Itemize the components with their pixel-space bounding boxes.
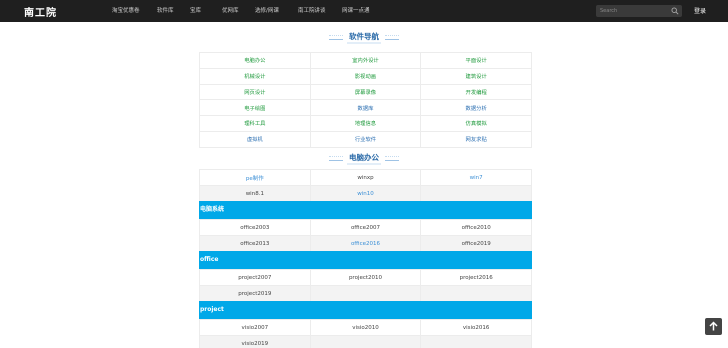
- software-nav-grid: 电脑办公 室内外设计 平面设计 机械设计 影视动画 建筑设计 网页设计 屏幕录像 开发编程 电子绘…: [199, 52, 532, 148]
- visio-table: visio2007 visio2010 visio2016 visio2019: [199, 319, 532, 348]
- heading-decoration: [385, 34, 399, 40]
- table-row: visio2007 visio2010 visio2016: [199, 319, 532, 336]
- software-download-link[interactable]: win7: [420, 169, 532, 186]
- table-row: visio2019: [199, 335, 532, 348]
- software-download-link[interactable]: office2013: [199, 235, 311, 252]
- software-category-link[interactable]: 行业软件: [309, 130, 422, 148]
- software-category-link[interactable]: 网友求贴: [420, 130, 532, 148]
- search-box: [596, 5, 682, 17]
- empty-cell: [309, 285, 422, 302]
- search-icon[interactable]: [671, 7, 679, 15]
- software-category-link[interactable]: 平面设计: [420, 52, 532, 69]
- software-download-link[interactable]: project2016: [420, 269, 532, 286]
- nav-item-treasure[interactable]: 宝库: [190, 6, 201, 14]
- software-download-link[interactable]: visio2010: [309, 319, 422, 336]
- nav-item-excellent[interactable]: 优网库: [222, 6, 239, 14]
- software-download-link[interactable]: office2016: [309, 235, 422, 252]
- software-category-link[interactable]: 网页设计: [199, 83, 311, 101]
- nav-item-talks[interactable]: 南工院讲谈: [298, 6, 326, 14]
- software-download-link[interactable]: office2007: [309, 219, 422, 236]
- software-download-link[interactable]: project2007: [199, 269, 311, 286]
- table-row: office2013 office2016 office2019: [199, 235, 532, 252]
- nav-grid-row: 电子绘图 数据库 数据分析: [199, 99, 532, 116]
- software-category-link[interactable]: 数据库: [309, 99, 422, 116]
- category-band-office: office: [199, 251, 532, 269]
- nav-item-software[interactable]: 软件库: [157, 6, 174, 14]
- software-download-link[interactable]: winxp: [309, 169, 422, 186]
- site-logo[interactable]: 南工院: [24, 4, 57, 19]
- project-table: project2007 project2010 project2016 project…: [199, 269, 532, 302]
- software-category-link[interactable]: 数据分析: [420, 99, 532, 116]
- table-row: pe制作 winxp win7: [199, 169, 532, 186]
- arrow-up-icon: [709, 321, 718, 331]
- software-category-link[interactable]: 屏幕录像: [309, 83, 422, 101]
- software-category-link[interactable]: 电子绘图: [199, 99, 311, 116]
- software-download-link[interactable]: visio2016: [420, 319, 532, 336]
- software-download-link[interactable]: office2019: [420, 235, 532, 252]
- software-download-link[interactable]: win10: [309, 185, 422, 202]
- nav-item-courses[interactable]: 选修/网课: [255, 6, 279, 14]
- software-category-link[interactable]: 地理信息: [309, 115, 422, 132]
- nav-grid-row: 电脑办公 室内外设计 平面设计: [199, 52, 532, 69]
- os-table: pe制作 winxp win7 win8.1 win10: [199, 169, 532, 202]
- nav-grid-row: 网页设计 屏幕录像 开发编程: [199, 83, 532, 101]
- software-download-link[interactable]: office2010: [420, 219, 532, 236]
- table-row: project2007 project2010 project2016: [199, 269, 532, 286]
- search-input[interactable]: [600, 7, 668, 15]
- software-category-link[interactable]: 虚拟机: [199, 130, 311, 148]
- heading-decoration: [385, 155, 399, 161]
- category-band-system: 电脑系统: [199, 201, 532, 219]
- software-download-link[interactable]: win8.1: [199, 185, 311, 202]
- office-title: 电脑办公: [347, 152, 381, 165]
- software-category-link[interactable]: 理科工具: [199, 115, 311, 132]
- empty-cell: [420, 185, 532, 202]
- category-band-project: project: [199, 301, 532, 319]
- nav-grid-row: 理科工具 地理信息 仿真模拟: [199, 115, 532, 132]
- top-navbar: 南工院 淘宝优惠卷 软件库 宝库 优网库 选修/网课 南工院讲谈 网课一点通 登…: [0, 0, 728, 22]
- office-heading: 电脑办公: [0, 152, 728, 165]
- software-category-link[interactable]: 建筑设计: [420, 67, 532, 85]
- software-nav-heading: 软件导航: [0, 31, 728, 44]
- software-category-link[interactable]: 电脑办公: [199, 52, 311, 69]
- software-download-link[interactable]: project2010: [309, 269, 422, 286]
- software-nav-title: 软件导航: [347, 31, 381, 44]
- software-download-link[interactable]: visio2019: [199, 335, 311, 348]
- software-category-link[interactable]: 机械设计: [199, 67, 311, 85]
- table-row: win8.1 win10: [199, 185, 532, 202]
- nav-item-online-class[interactable]: 网课一点通: [342, 6, 370, 14]
- heading-decoration: [329, 34, 343, 40]
- empty-cell: [420, 335, 532, 348]
- software-category-link[interactable]: 影视动画: [309, 67, 422, 85]
- nav-grid-row: 虚拟机 行业软件 网友求贴: [199, 130, 532, 148]
- software-category-link[interactable]: 仿真模拟: [420, 115, 532, 132]
- empty-cell: [309, 335, 422, 348]
- software-category-link[interactable]: 开发编程: [420, 83, 532, 101]
- login-link[interactable]: 登录: [694, 6, 706, 15]
- software-download-link[interactable]: pe制作: [199, 169, 311, 186]
- office-table: office2003 office2007 office2010 office2013…: [199, 219, 532, 252]
- nav-item-coupons[interactable]: 淘宝优惠卷: [112, 6, 140, 14]
- software-download-link[interactable]: visio2007: [199, 319, 311, 336]
- nav-grid-row: 机械设计 影视动画 建筑设计: [199, 67, 532, 85]
- table-row: office2003 office2007 office2010: [199, 219, 532, 236]
- heading-decoration: [329, 155, 343, 161]
- empty-cell: [420, 285, 532, 302]
- table-row: project2019: [199, 285, 532, 302]
- software-download-link[interactable]: office2003: [199, 219, 311, 236]
- software-download-link[interactable]: project2019: [199, 285, 311, 302]
- software-category-link[interactable]: 室内外设计: [309, 52, 422, 69]
- back-to-top-button[interactable]: [705, 318, 722, 335]
